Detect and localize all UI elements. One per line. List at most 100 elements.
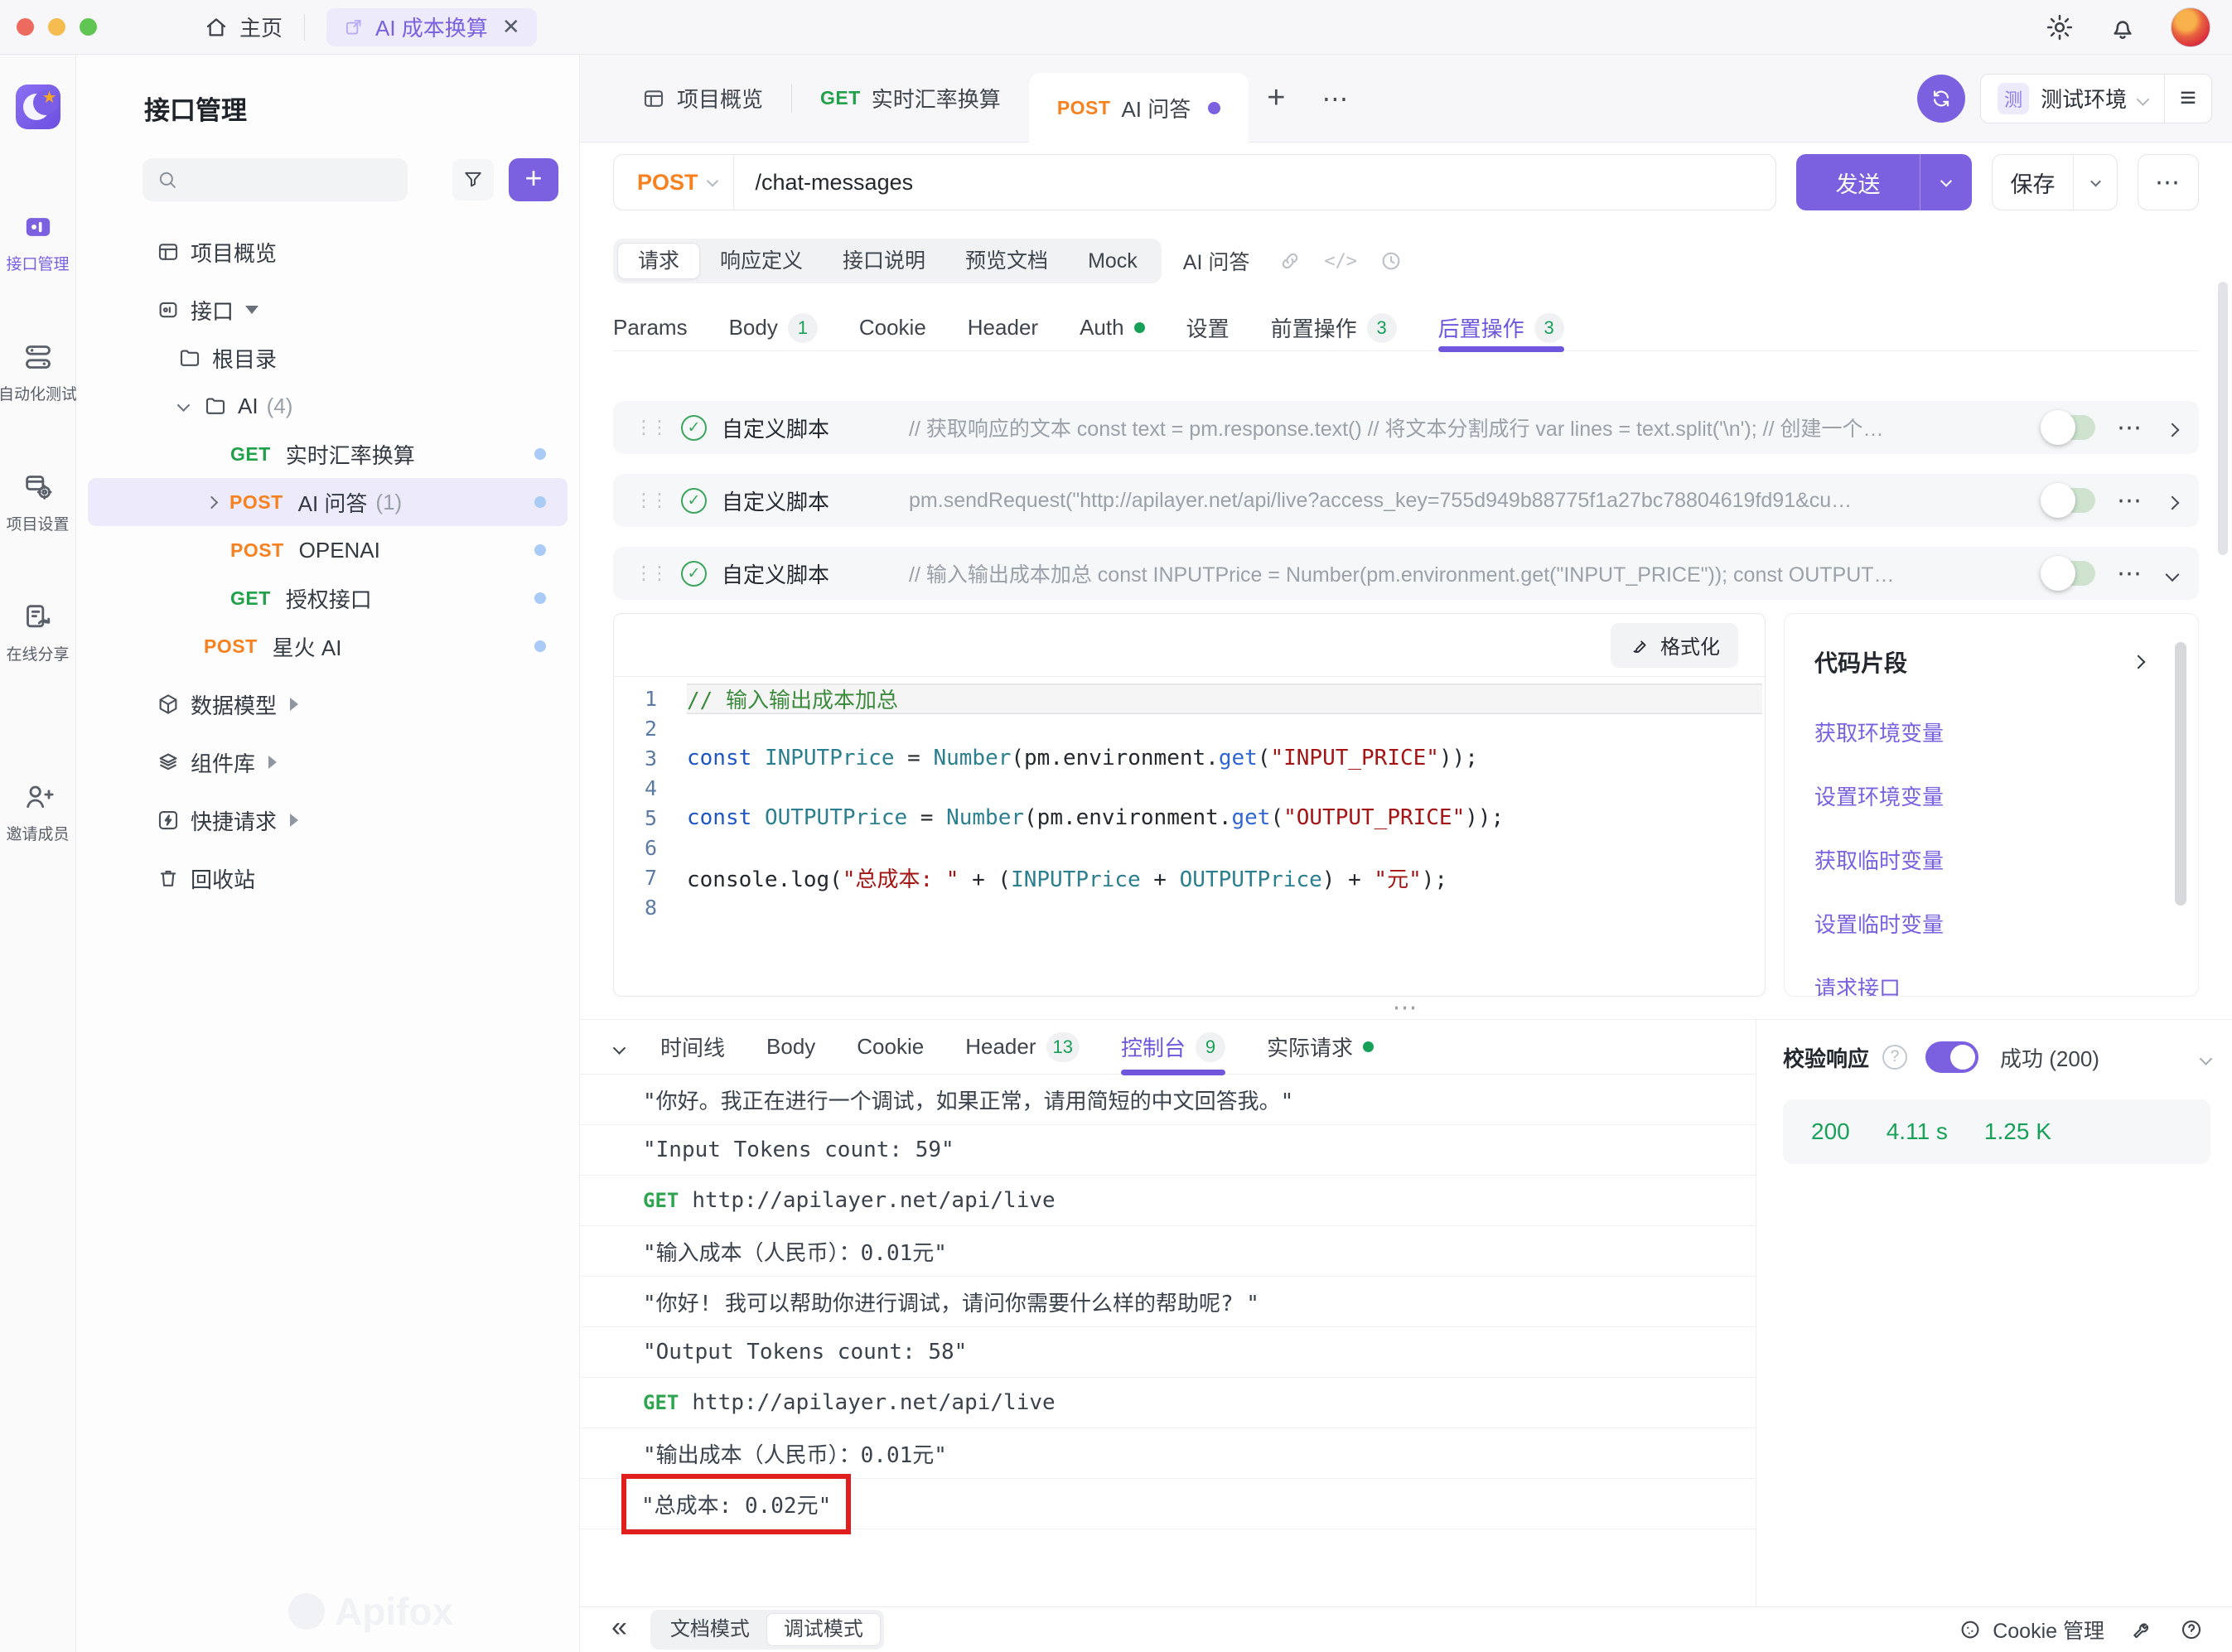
sync-button[interactable] — [1917, 75, 1965, 123]
cookie-manage-button[interactable]: Cookie 管理 — [1958, 1615, 2104, 1645]
doc-tab-2[interactable]: GET实时汇率换算 — [792, 55, 1029, 142]
send-button[interactable]: 发送 — [1796, 154, 1972, 210]
tab-后置操作[interactable]: 后置操作3 — [1438, 305, 1564, 350]
tab-Cookie[interactable]: Cookie — [859, 305, 926, 350]
settings-gear-icon[interactable] — [2045, 12, 2075, 42]
rail-item-3[interactable]: 项目设置 — [0, 471, 77, 534]
tab-控制台[interactable]: 控制台9 — [1121, 1020, 1225, 1074]
mode-调试模式[interactable]: 调试模式 — [766, 1613, 881, 1646]
tab-Params[interactable]: Params — [613, 305, 688, 350]
script-more-button[interactable]: ⋯ — [2117, 413, 2143, 442]
tab-响应定义[interactable]: 响应定义 — [700, 243, 823, 279]
close-window-button[interactable] — [17, 18, 34, 36]
sidebar-item-实时汇率换算[interactable]: GET实时汇率换算 — [88, 430, 568, 478]
zoom-window-button[interactable] — [80, 18, 97, 36]
save-button[interactable]: 保存 — [1992, 154, 2118, 210]
add-api-button[interactable]: + — [509, 158, 558, 201]
code-area[interactable]: 1// 输入输出成本加总23const INPUTPrice = Number(… — [614, 677, 1765, 996]
script-more-button[interactable]: ⋯ — [2117, 486, 2143, 515]
sidebar-item-回收站[interactable]: 回收站 — [88, 854, 568, 902]
rail-item-1[interactable]: 接口管理 — [0, 210, 77, 274]
tab-实际请求[interactable]: 实际请求 — [1267, 1020, 1374, 1074]
environment-select[interactable]: 测测试环境 — [1981, 83, 2164, 114]
filter-button[interactable] — [452, 159, 494, 200]
snippets-scrollbar[interactable] — [2175, 642, 2186, 906]
drag-handle-icon[interactable]: ⋮⋮ — [635, 417, 666, 438]
search-box[interactable] — [143, 158, 408, 201]
sidebar-item-AI[interactable]: AI(4) — [88, 382, 568, 430]
close-tab-icon[interactable]: ✕ — [502, 14, 520, 40]
drag-handle-icon[interactable]: ⋮⋮ — [635, 490, 666, 511]
tabs-more-button[interactable]: ⋯ — [1303, 83, 1368, 114]
mode-文档模式[interactable]: 文档模式 — [654, 1613, 766, 1646]
snippet-link[interactable]: 获取环境变量 — [1814, 717, 2198, 747]
drag-handle-icon[interactable]: ⋮⋮ — [635, 563, 666, 584]
tab-前置操作[interactable]: 前置操作3 — [1271, 305, 1397, 350]
url-input[interactable]: /chat-messages — [734, 170, 914, 196]
script-toggle[interactable] — [2044, 415, 2095, 440]
sidebar-item-组件库[interactable]: 组件库 — [88, 738, 568, 786]
environment-manage-button[interactable]: ≡ — [2165, 82, 2211, 114]
chevron-right-icon[interactable] — [2132, 655, 2146, 669]
minimize-window-button[interactable] — [48, 18, 65, 36]
tab-时间线[interactable]: 时间线 — [660, 1020, 725, 1074]
tab-Mock[interactable]: Mock — [1068, 243, 1157, 279]
format-button[interactable]: 格式化 — [1611, 623, 1738, 668]
user-avatar[interactable] — [2171, 7, 2210, 47]
doc-tab-3[interactable]: POSTAI 问答 — [1029, 73, 1249, 142]
console-url[interactable]: http://apilayer.net/api/live — [692, 1188, 1055, 1213]
help-icon[interactable]: ? — [1882, 1045, 1907, 1070]
collapse-panel-icon[interactable] — [615, 1034, 624, 1060]
snippet-link[interactable]: 设置环境变量 — [1814, 780, 2198, 811]
wrench-icon[interactable] — [2129, 1617, 2154, 1642]
sidebar-item-项目概览[interactable]: 项目概览 — [88, 228, 568, 276]
sidebar-item-OPENAI[interactable]: POSTOPENAI — [88, 526, 568, 574]
panel-resize-handle[interactable]: ⋯ — [580, 997, 2232, 1019]
notifications-bell-icon[interactable] — [2108, 12, 2138, 42]
tab-接口说明[interactable]: 接口说明 — [823, 243, 945, 279]
window-scrollbar[interactable] — [2218, 282, 2228, 555]
tab-Cookie[interactable]: Cookie — [857, 1020, 924, 1074]
code-icon[interactable]: </> — [1324, 251, 1357, 272]
chevron-down-icon[interactable] — [177, 399, 191, 412]
script-expand-button[interactable] — [2167, 415, 2177, 441]
request-more-button[interactable]: ⋯ — [2138, 154, 2199, 210]
tab-Body[interactable]: Body1 — [729, 305, 818, 350]
console-url[interactable]: http://apilayer.net/api/live — [692, 1390, 1055, 1415]
sidebar-item-星火-AI[interactable]: POST星火 AI — [88, 622, 568, 670]
tab-Body[interactable]: Body — [766, 1020, 815, 1074]
script-expand-button[interactable] — [2167, 488, 2177, 514]
tab-Auth[interactable]: Auth — [1080, 305, 1145, 350]
snippet-link[interactable]: 设置临时变量 — [1814, 908, 2198, 939]
script-toggle[interactable] — [2044, 561, 2095, 586]
method-select[interactable]: POST — [614, 170, 733, 196]
history-clock-icon[interactable] — [1379, 249, 1403, 273]
rail-item-5[interactable]: 邀请成员 — [0, 780, 77, 844]
tab-ai-qa[interactable]: AI 问答 — [1183, 246, 1250, 276]
search-input[interactable] — [187, 168, 386, 192]
script-toggle[interactable] — [2044, 488, 2095, 513]
tab-请求[interactable]: 请求 — [617, 243, 700, 279]
snippet-link[interactable]: 获取临时变量 — [1814, 844, 2198, 875]
send-dropdown[interactable] — [1920, 178, 1972, 186]
tab-设置[interactable]: 设置 — [1186, 305, 1230, 350]
script-more-button[interactable]: ⋯ — [2117, 559, 2143, 588]
project-tab[interactable]: AI 成本换算 ✕ — [326, 8, 537, 46]
save-dropdown[interactable] — [2074, 179, 2117, 186]
tab-Header[interactable]: Header — [968, 305, 1038, 350]
chevron-down-icon[interactable] — [2201, 1045, 2210, 1070]
snippet-link[interactable]: 请求接口 — [1814, 972, 2198, 997]
home-button[interactable]: 主页 — [203, 12, 283, 42]
rail-item-2[interactable]: 自动化测试 — [0, 341, 77, 404]
sidebar-item-接口[interactable]: 接口 — [88, 286, 568, 334]
help-circle-icon[interactable] — [2179, 1617, 2204, 1642]
rail-item-4[interactable]: 在线分享 — [0, 601, 77, 664]
sidebar-item-授权接口[interactable]: GET授权接口 — [88, 574, 568, 622]
tab-预览文档[interactable]: 预览文档 — [945, 243, 1068, 279]
sidebar-item-AI-问答[interactable]: POSTAI 问答(1) — [88, 478, 568, 526]
validate-response-toggle[interactable] — [1925, 1041, 1978, 1073]
tab-Header[interactable]: Header13 — [965, 1020, 1080, 1074]
doc-tab-1[interactable]: 项目概览 — [613, 55, 791, 142]
script-expand-button[interactable] — [2167, 561, 2177, 587]
chevron-right-icon[interactable] — [205, 495, 219, 509]
